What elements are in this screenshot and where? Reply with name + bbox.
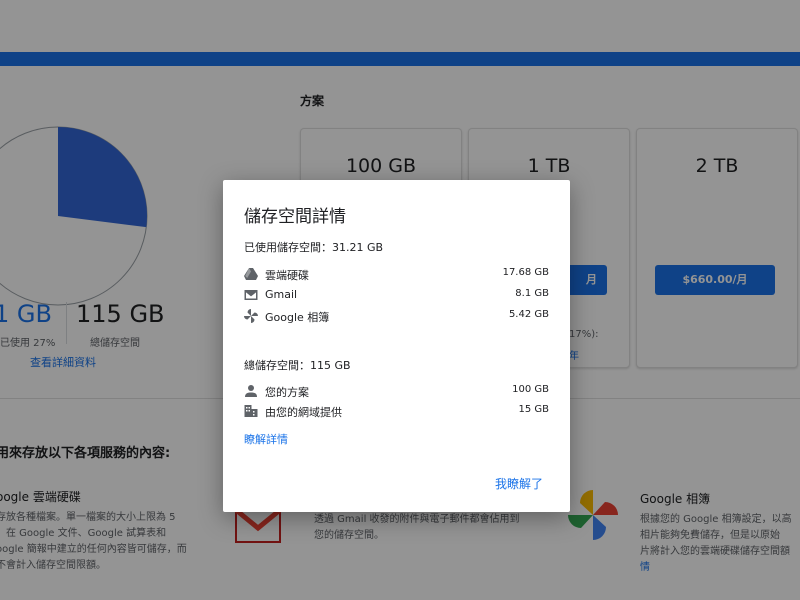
domain-icon-window [248,410,250,412]
usage-label: Gmail [265,288,298,301]
storage-page: 1 GB 已使用 27% 115 GB 總儲存空間 查看詳細資料 方案 100 … [0,0,800,600]
drive-icon [244,268,258,280]
domain-icon-window [246,407,248,409]
learn-more-link[interactable]: 瞭解詳情 [244,431,288,447]
dialog-title: 儲存空間詳情 [244,207,346,227]
total-storage-summary: 總儲存空間：115 GB [244,359,351,372]
domain-icon-window [246,410,248,412]
photos-icon-petal-left [244,316,251,320]
person-icon-body [245,392,257,397]
storage-row-plan: 您的方案 100 GB [244,383,549,401]
used-storage-summary: 已使用儲存空間：31.21 GB [244,241,384,254]
drive-icon-shape [244,268,258,280]
photos-icon-petal-right [251,312,258,316]
usage-value: 17.68 GB [502,267,549,278]
usage-row-gmail: Gmail 8.1 GB [244,287,549,305]
photos-icon-petal-top [247,309,251,316]
usage-label: 雲端硬碟 [265,269,309,282]
usage-row-drive: 雲端硬碟 17.68 GB [244,266,549,284]
domain-icon-window [253,411,255,413]
storage-source-label: 您的方案 [265,386,309,399]
person-icon [245,385,257,397]
storage-source-label: 由您的網域提供 [265,406,342,419]
domain-icon-side-block [251,409,258,417]
domain-icon-main-block [244,405,252,417]
usage-value: 5.42 GB [508,309,549,320]
usage-label: Google 相簿 [265,311,330,324]
gmail-icon [244,290,258,300]
photos-icon-petal-bottom [251,316,255,323]
storage-source-value: 15 GB [518,404,549,415]
usage-row-photos: Google 相簿 5.42 GB [244,308,549,326]
domain-icon-window [253,414,255,416]
photos-icon [244,309,258,323]
storage-source-value: 100 GB [512,384,549,395]
usage-value: 8.1 GB [515,288,549,299]
domain-icon-window [248,407,250,409]
domain-icon [244,405,258,417]
storage-row-domain: 由您的網域提供 15 GB [244,403,549,421]
storage-details-dialog: 儲存空間詳情 已使用儲存空間：31.21 GB 雲端硬碟 17.68 GB Gm… [223,180,570,512]
got-it-button[interactable]: 我瞭解了 [495,475,543,492]
person-icon-head [248,385,254,391]
